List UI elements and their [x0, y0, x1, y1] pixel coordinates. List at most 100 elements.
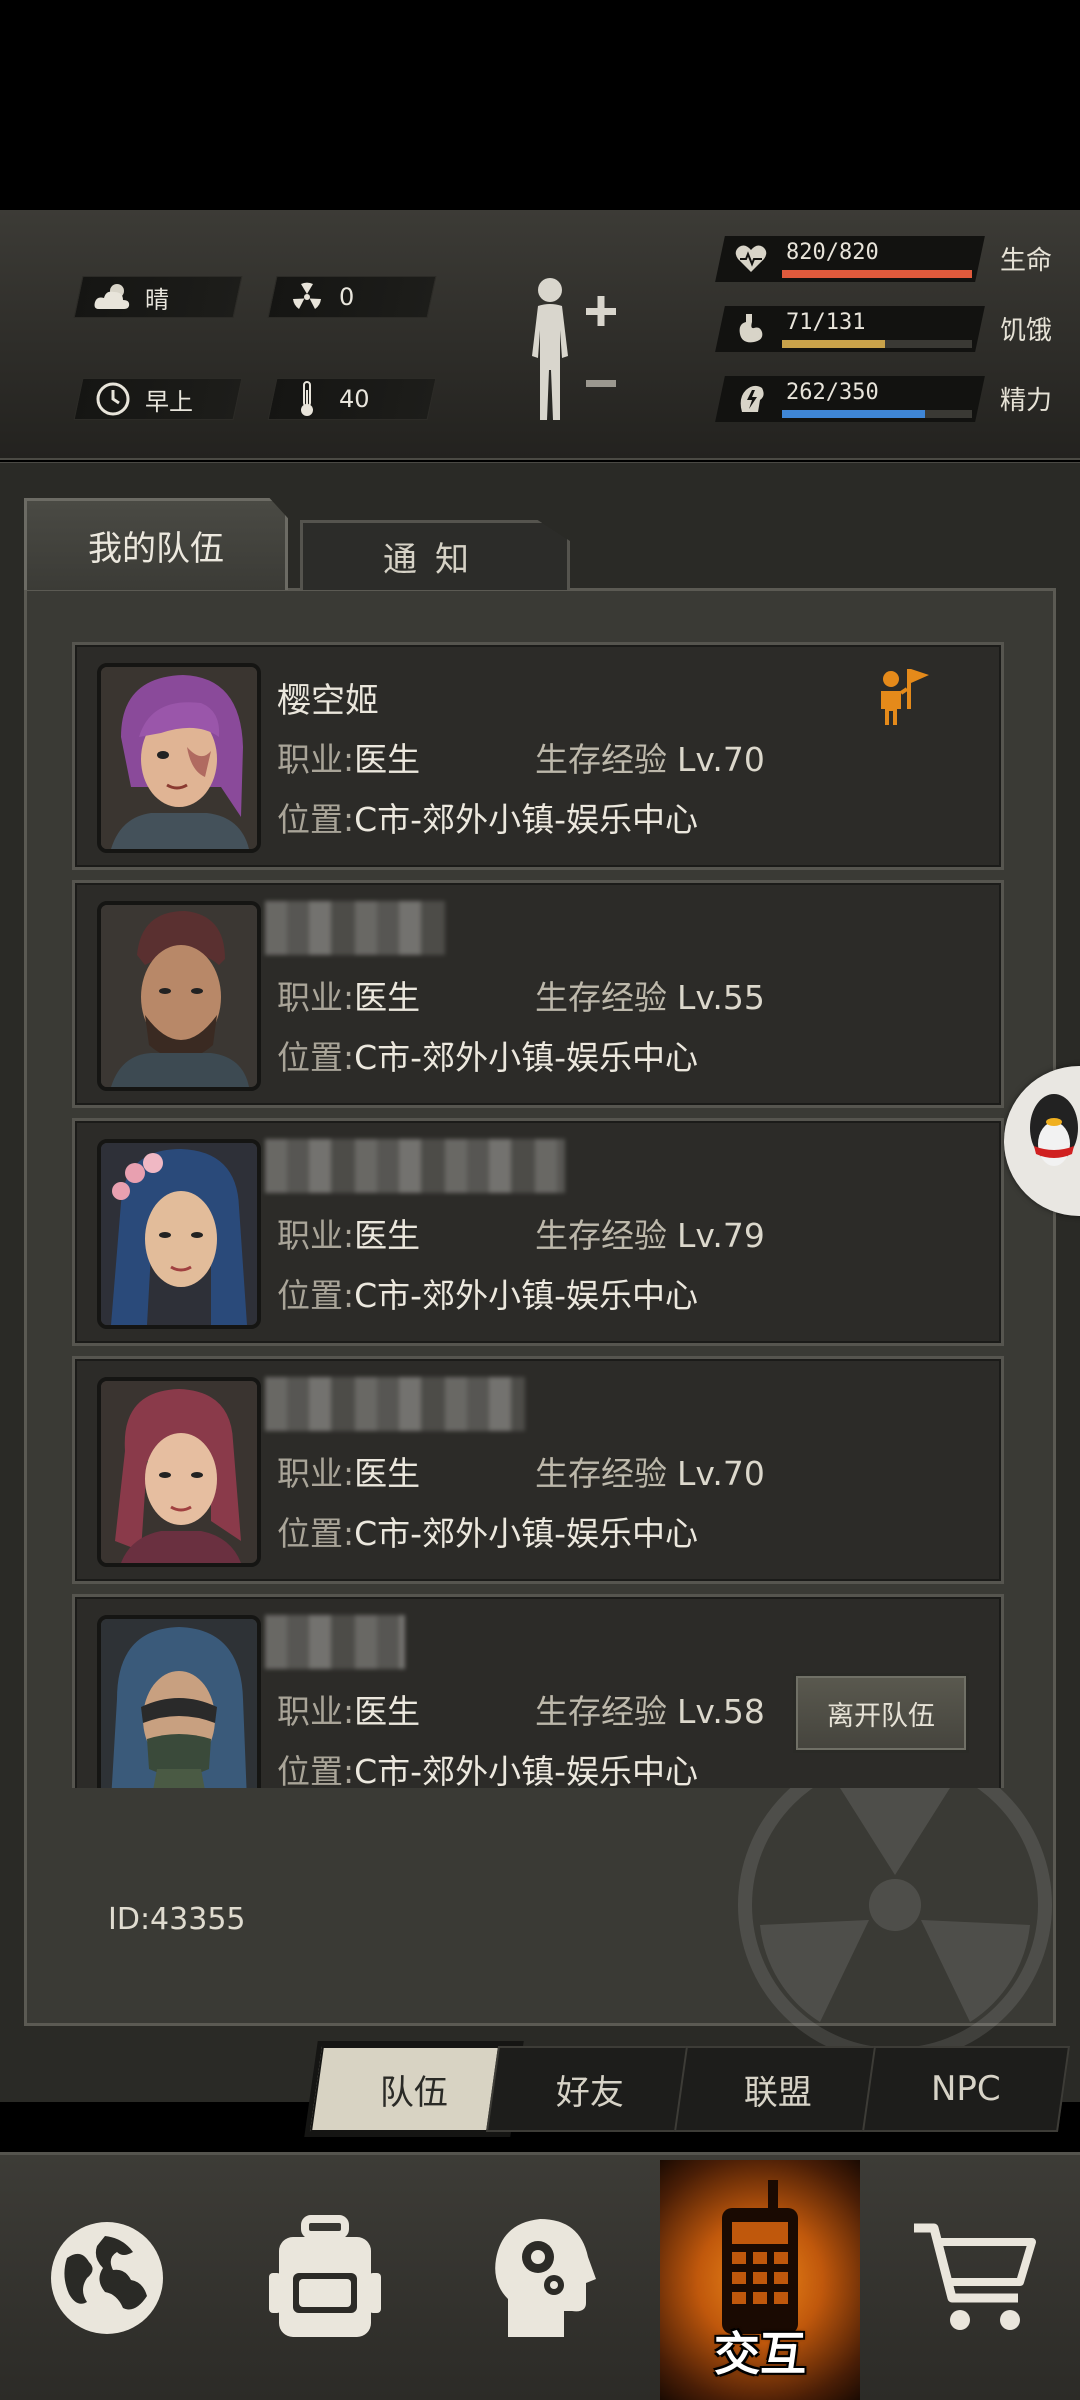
- tab-notifications[interactable]: 通知: [300, 520, 570, 590]
- nav-skills[interactable]: [458, 2160, 628, 2400]
- member-job: 医生: [354, 1454, 421, 1493]
- nav-map[interactable]: [22, 2160, 192, 2400]
- member-location-row: 位置:C市-郊外小镇-娱乐中心: [277, 1031, 698, 1079]
- exp-key: 生存经验: [535, 1454, 667, 1493]
- globe-icon: [47, 2218, 167, 2342]
- member-name-redacted: [265, 1377, 525, 1431]
- member-job-row: 职业:医生: [277, 1209, 420, 1257]
- cart-icon: [910, 2218, 1040, 2342]
- temperature-chip: 40: [267, 378, 437, 420]
- member-location: C市-郊外小镇-娱乐中心: [354, 1276, 698, 1315]
- tab-my-team[interactable]: 我的队伍: [24, 498, 288, 590]
- member-location-row: 位置:C市-郊外小镇-娱乐中心: [277, 793, 698, 841]
- member-job-row: 职业:医生: [277, 1685, 420, 1733]
- hunger-vital: 71/131 饥饿: [715, 306, 1060, 352]
- radiation-chip: 0: [267, 276, 437, 318]
- exp-key: 生存经验: [535, 740, 667, 779]
- subtab-friends[interactable]: 好友: [485, 2046, 695, 2132]
- subtab-friends-label: 好友: [556, 2072, 624, 2113]
- member-exp: 生存经验 Lv.58: [535, 1685, 765, 1733]
- social-subtabs: 队伍 好友 联盟 NPC: [296, 2046, 1071, 2132]
- time-value: 早上: [145, 387, 193, 416]
- member-card[interactable]: 樱空姬 职业:医生 生存经验 Lv.70 位置:C市-郊外小镇-娱乐中心: [72, 642, 1004, 870]
- heart-icon: [734, 242, 768, 276]
- member-location: C市-郊外小镇-娱乐中心: [354, 1752, 698, 1788]
- hunger-bar: [782, 340, 885, 348]
- backpack-icon: [265, 2213, 385, 2347]
- clock-icon: [93, 379, 133, 419]
- member-level: Lv.79: [677, 1216, 765, 1255]
- exp-key: 生存经验: [535, 978, 667, 1017]
- member-name-redacted: [265, 1139, 565, 1193]
- member-exp: 生存经验 Lv.70: [535, 1447, 765, 1495]
- member-job: 医生: [354, 1692, 421, 1731]
- location-key: 位置:: [277, 1514, 355, 1553]
- stomach-icon: [734, 312, 768, 346]
- member-exp: 生存经验 Lv.55: [535, 971, 765, 1019]
- job-key: 职业:: [277, 1216, 355, 1255]
- member-card[interactable]: 职业:医生 生存经验 Lv.58 位置:C市-郊外小镇-娱乐中心 离开队伍: [72, 1594, 1004, 1788]
- system-top-area: [0, 0, 1080, 210]
- location-key: 位置:: [277, 1276, 355, 1315]
- energy-bar: [782, 410, 925, 418]
- subtab-alliance[interactable]: 联盟: [673, 2046, 883, 2132]
- weather-chip: 晴: [73, 276, 243, 318]
- member-job-row: 职业:医生: [277, 733, 420, 781]
- member-avatar: [97, 1139, 261, 1329]
- exp-key: 生存经验: [535, 1216, 667, 1255]
- skills-head-icon: [488, 2213, 598, 2347]
- member-name: 樱空姬: [277, 681, 379, 721]
- energy-vital: 262/350 精力: [715, 376, 1060, 422]
- radiation-value: 0: [339, 283, 355, 311]
- member-location: C市-郊外小镇-娱乐中心: [354, 1514, 698, 1553]
- cloud-sun-icon: [93, 277, 133, 317]
- location-key: 位置:: [277, 800, 355, 839]
- member-avatar: [97, 1615, 261, 1788]
- nav-interact[interactable]: 交互: [660, 2160, 860, 2400]
- member-location-row: 位置:C市-郊外小镇-娱乐中心: [277, 1269, 698, 1317]
- health-bar: [782, 270, 972, 278]
- energy-label: 精力: [999, 386, 1052, 416]
- member-job: 医生: [354, 740, 421, 779]
- body-status-figure[interactable]: [520, 270, 620, 430]
- member-location-row: 位置:C市-郊外小镇-娱乐中心: [277, 1745, 698, 1788]
- exp-key: 生存经验: [535, 1692, 667, 1731]
- location-key: 位置:: [277, 1752, 355, 1788]
- job-key: 职业:: [277, 978, 355, 1017]
- member-name-redacted: [265, 1615, 405, 1669]
- temperature-value: 40: [339, 385, 370, 413]
- penguin-icon: [1024, 1088, 1080, 1192]
- leader-flag-icon: [877, 663, 933, 727]
- member-name-redacted: [265, 901, 445, 955]
- weather-value: 晴: [145, 285, 169, 314]
- nav-interact-label: 交互: [714, 2327, 806, 2381]
- subtab-team-label: 队伍: [380, 2072, 448, 2113]
- hunger-value: 71/131: [786, 310, 866, 335]
- leave-team-button[interactable]: 离开队伍: [793, 1673, 969, 1753]
- radiation-icon: [287, 277, 327, 317]
- member-exp: 生存经验 Lv.70: [535, 733, 765, 781]
- team-member-list[interactable]: 樱空姬 职业:医生 生存经验 Lv.70 位置:C市-郊外小镇-娱乐中心 职业:…: [72, 642, 1006, 1788]
- nav-backpack[interactable]: [240, 2160, 410, 2400]
- player-id: ID:43355: [108, 1902, 246, 1937]
- job-key: 职业:: [277, 740, 355, 779]
- member-job: 医生: [354, 978, 421, 1017]
- member-level: Lv.70: [677, 1454, 765, 1493]
- subtab-npc-label: NPC: [931, 2069, 1001, 2109]
- location-key: 位置:: [277, 1038, 355, 1077]
- member-exp: 生存经验 Lv.79: [535, 1209, 765, 1257]
- member-location-row: 位置:C市-郊外小镇-娱乐中心: [277, 1507, 698, 1555]
- thermometer-icon: [287, 379, 327, 419]
- member-card[interactable]: 职业:医生 生存经验 Lv.70 位置:C市-郊外小镇-娱乐中心: [72, 1356, 1004, 1584]
- subtab-npc[interactable]: NPC: [861, 2046, 1071, 2132]
- nav-shop[interactable]: [890, 2160, 1060, 2400]
- health-value: 820/820: [786, 240, 879, 265]
- member-job: 医生: [354, 1216, 421, 1255]
- member-card[interactable]: 职业:医生 生存经验 Lv.79 位置:C市-郊外小镇-娱乐中心: [72, 1118, 1004, 1346]
- member-card[interactable]: 职业:医生 生存经验 Lv.55 位置:C市-郊外小镇-娱乐中心: [72, 880, 1004, 1108]
- member-location: C市-郊外小镇-娱乐中心: [354, 1038, 698, 1077]
- member-level: Lv.58: [677, 1692, 765, 1731]
- time-chip: 早上: [73, 378, 243, 420]
- member-location: C市-郊外小镇-娱乐中心: [354, 800, 698, 839]
- member-level: Lv.70: [677, 740, 765, 779]
